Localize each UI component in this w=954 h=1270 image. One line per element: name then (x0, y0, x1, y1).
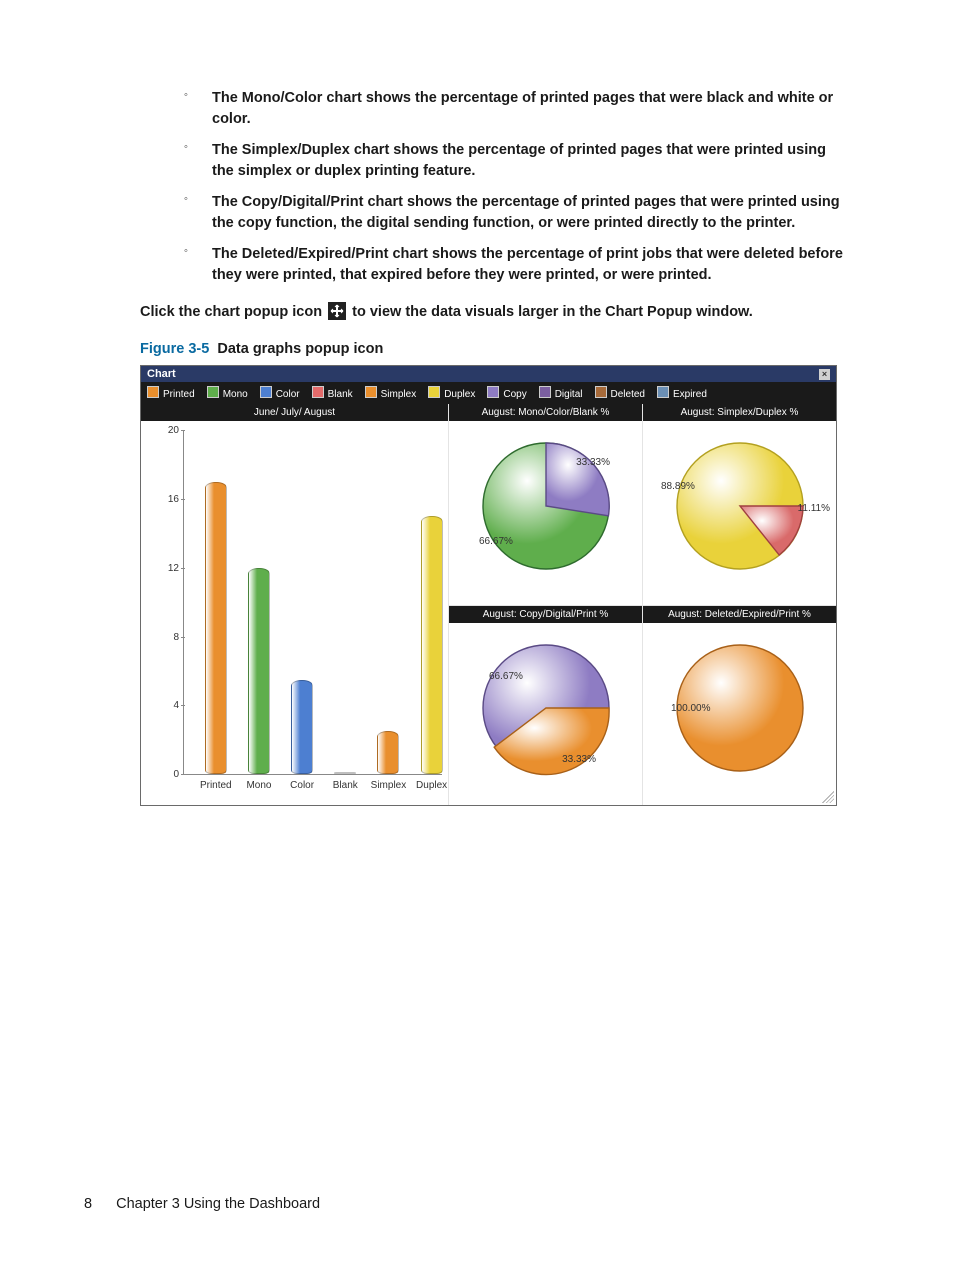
bullet-list: The Mono/Color chart shows the percentag… (184, 88, 844, 286)
x-tick-label: Blank (325, 780, 365, 791)
legend-item: Color (260, 386, 300, 400)
y-tick-label: 20 (161, 425, 179, 436)
bar: Color (291, 680, 313, 775)
bar: Mono (248, 568, 270, 774)
pie1-label-a: 33.33% (576, 457, 610, 468)
legend-swatch (487, 386, 499, 398)
legend-swatch (207, 386, 219, 398)
bullet-item: The Deleted/Expired/Print chart shows th… (184, 244, 844, 286)
y-tick-label: 12 (161, 563, 179, 574)
pie1-title: August: Mono/Color/Blank % (449, 404, 642, 421)
pie3-label-b: 33.33% (562, 754, 596, 765)
bar: Blank (334, 772, 356, 774)
popup-text-after: to view the data visuals larger in the C… (352, 304, 753, 320)
pie4-label-a: 100.00% (671, 703, 710, 714)
legend-swatch (147, 386, 159, 398)
bar-chart-title: June/ July/ August (141, 404, 448, 421)
x-tick-label: Color (282, 780, 322, 791)
pie3-label-a: 66.67% (489, 671, 523, 682)
bar: Duplex (421, 516, 443, 774)
y-tick-label: 8 (161, 632, 179, 643)
chapter-label: Chapter 3 Using the Dashboard (116, 1196, 320, 1212)
x-tick-label: Duplex (412, 780, 452, 791)
bar: Simplex (377, 731, 399, 774)
resize-grip-icon[interactable] (822, 791, 834, 803)
legend-item: Expired (657, 386, 707, 400)
legend-swatch (260, 386, 272, 398)
legend-item: Blank (312, 386, 353, 400)
popup-text-before: Click the chart popup icon (140, 304, 326, 320)
close-icon[interactable]: × (819, 369, 830, 380)
x-tick-label: Simplex (368, 780, 408, 791)
legend-swatch (595, 386, 607, 398)
pie-chart-deleted-expired-print: 100.00% (643, 623, 836, 793)
legend-item: Simplex (365, 386, 417, 400)
legend-swatch (657, 386, 669, 398)
legend-item: Copy (487, 386, 526, 400)
figure-caption: Figure 3-5 Data graphs popup icon (140, 341, 844, 357)
legend-item: Deleted (595, 386, 645, 400)
y-tick-label: 4 (161, 700, 179, 711)
legend-item: Duplex (428, 386, 475, 400)
pie2-title: August: Simplex/Duplex % (643, 404, 836, 421)
pie2-label-a: 88.89% (661, 481, 695, 492)
y-tick-label: 16 (161, 494, 179, 505)
x-tick-label: Mono (239, 780, 279, 791)
pie3-title: August: Copy/Digital/Print % (449, 606, 642, 623)
enlarge-icon (328, 302, 346, 320)
chart-window-titlebar: Chart × (141, 366, 836, 382)
pie-chart-simplex-duplex: 88.89% 11.11% (643, 421, 836, 591)
pie2-label-b: 11.11% (798, 503, 830, 514)
pie-chart-copy-digital-print: 66.67% 33.33% (449, 623, 642, 793)
legend-swatch (312, 386, 324, 398)
chart-window-title: Chart (147, 368, 176, 380)
legend-item: Printed (147, 386, 195, 400)
legend-item: Mono (207, 386, 248, 400)
x-tick-label: Printed (196, 780, 236, 791)
bullet-item: The Simplex/Duplex chart shows the perce… (184, 140, 844, 182)
legend-swatch (428, 386, 440, 398)
bullet-item: The Mono/Color chart shows the percentag… (184, 88, 844, 130)
page-number: 8 (84, 1196, 92, 1212)
pie1-label-b: 66.67% (479, 536, 513, 547)
page-footer: 8 Chapter 3 Using the Dashboard (84, 1196, 844, 1212)
legend-item: Digital (539, 386, 583, 400)
y-tick-label: 0 (161, 769, 179, 780)
chart-popup-window: Chart × PrintedMonoColorBlankSimplexDupl… (140, 365, 837, 806)
bar-chart: PrintedMonoColorBlankSimplexDuplex 04812… (141, 421, 448, 805)
figure-title: Data graphs popup icon (217, 341, 383, 357)
popup-instruction: Click the chart popup icon to view the d… (140, 302, 844, 323)
bar: Printed (205, 482, 227, 774)
pie4-title: August: Deleted/Expired/Print % (643, 606, 836, 623)
bullet-item: The Copy/Digital/Print chart shows the p… (184, 192, 844, 234)
figure-label: Figure 3-5 (140, 341, 209, 357)
legend-swatch (539, 386, 551, 398)
legend-swatch (365, 386, 377, 398)
pie-chart-mono-color: 33.33% 66.67% (449, 421, 642, 591)
chart-legend: Printed Mono Color Blank Simplex Duplex Copy Di… (141, 382, 836, 404)
